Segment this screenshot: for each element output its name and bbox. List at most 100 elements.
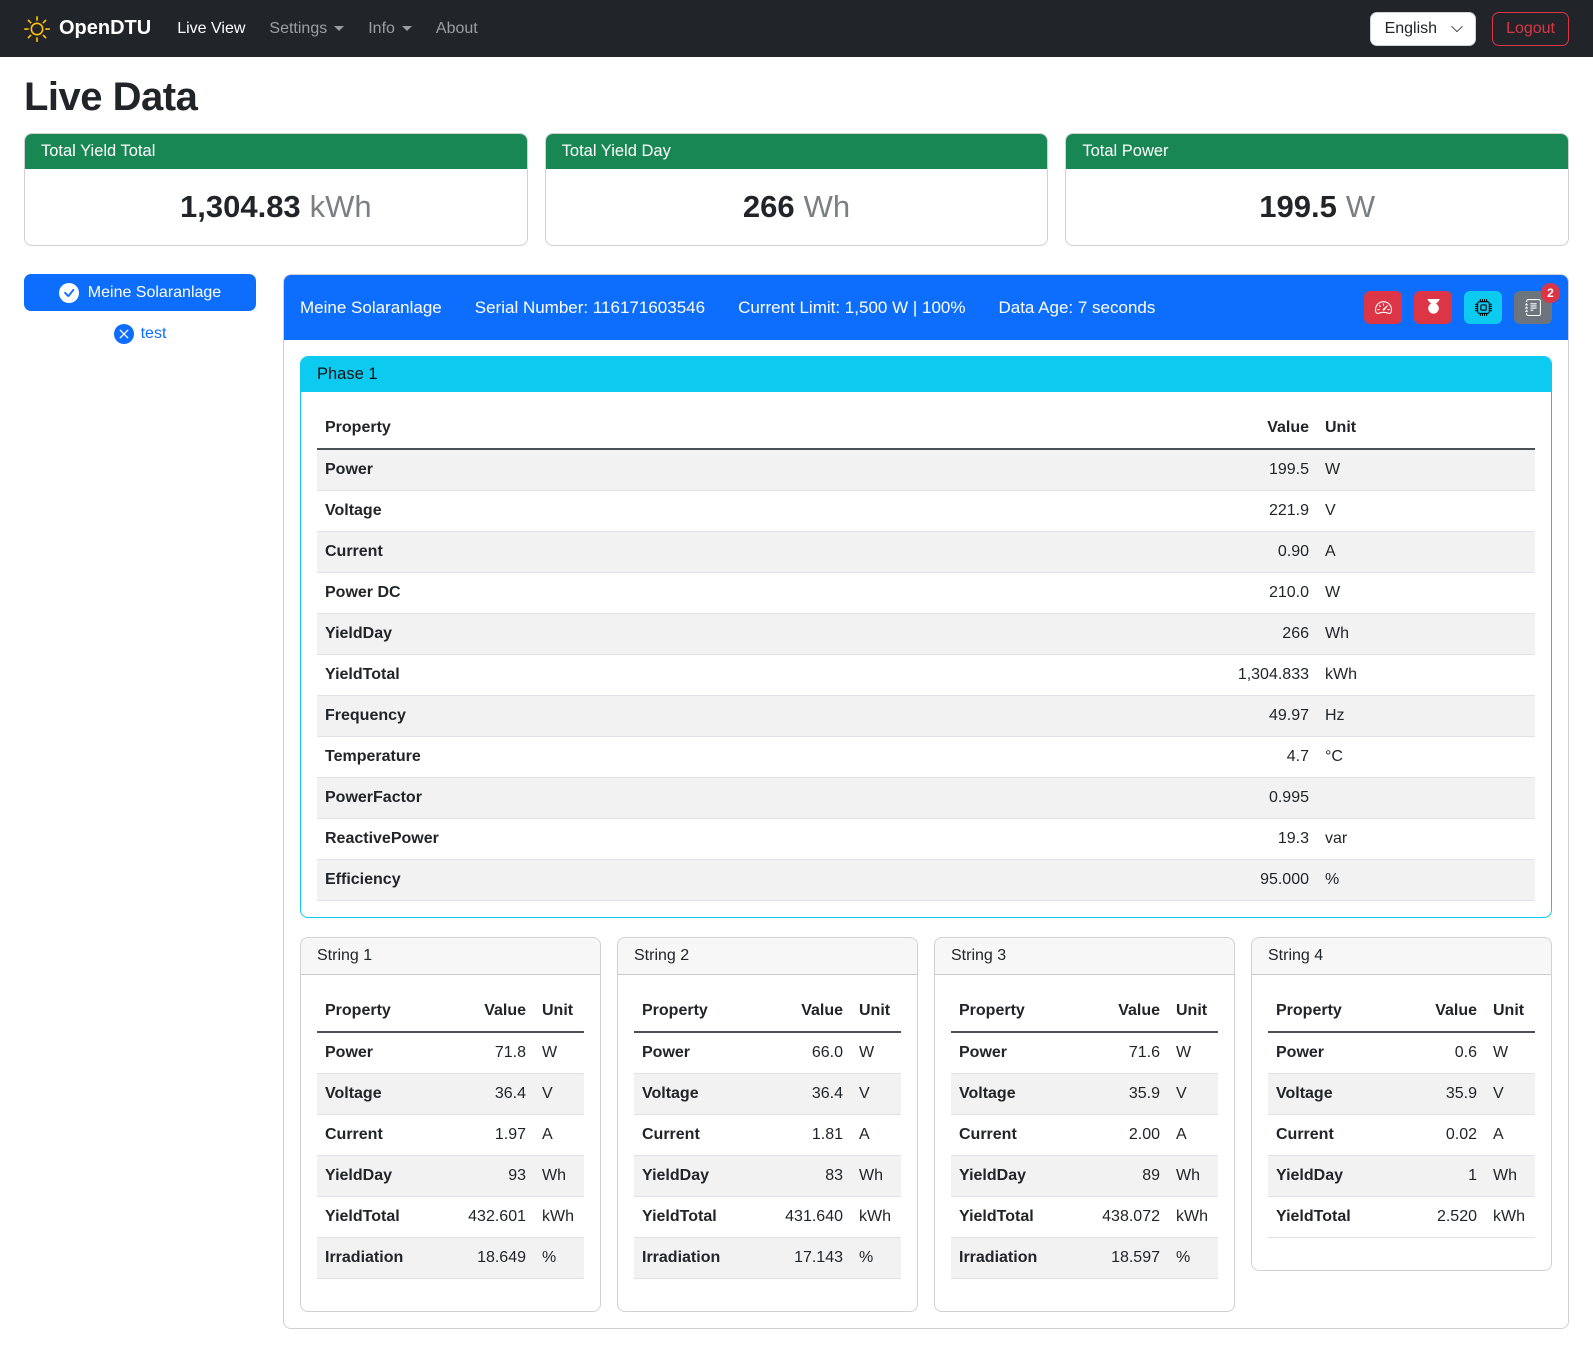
limit-settings-button[interactable] bbox=[1364, 291, 1402, 324]
table-row: YieldTotal438.072kWh bbox=[951, 1197, 1218, 1238]
value-cell: 89 bbox=[1076, 1156, 1168, 1197]
property-cell: Voltage bbox=[951, 1074, 1076, 1115]
string-title: String 1 bbox=[301, 938, 600, 975]
property-cell: Temperature bbox=[317, 737, 1197, 778]
brand-label: OpenDTU bbox=[59, 17, 151, 40]
table-header-row: Property Value Unit bbox=[634, 991, 901, 1032]
table-row: Voltage36.4V bbox=[317, 1074, 584, 1115]
unit-cell: % bbox=[1168, 1238, 1218, 1279]
table-row: YieldDay93Wh bbox=[317, 1156, 584, 1197]
unit-cell: % bbox=[534, 1238, 584, 1279]
property-cell: PowerFactor bbox=[317, 778, 1197, 819]
string-table: Property Value Unit Power71.8WVoltage36.… bbox=[317, 991, 584, 1279]
card-value: 266 bbox=[743, 189, 795, 224]
unit-cell: V bbox=[1168, 1074, 1218, 1115]
navbar: OpenDTU Live View Settings Info About En… bbox=[0, 0, 1593, 57]
property-cell: Power bbox=[951, 1032, 1076, 1074]
string-title: String 4 bbox=[1252, 938, 1551, 975]
value-cell: 1 bbox=[1393, 1156, 1485, 1197]
unit-cell: W bbox=[1485, 1032, 1535, 1074]
value-cell: 210.0 bbox=[1197, 573, 1317, 614]
card-title: Total Power bbox=[1066, 134, 1568, 169]
brand[interactable]: OpenDTU bbox=[24, 16, 151, 42]
summary-card-total-power: Total Power 199.5 W bbox=[1065, 133, 1569, 246]
value-cell: 95.000 bbox=[1197, 860, 1317, 901]
value-cell: 71.6 bbox=[1076, 1032, 1168, 1074]
power-icon bbox=[1425, 299, 1442, 316]
table-row: Current1.97A bbox=[317, 1115, 584, 1156]
cpu-icon bbox=[1475, 299, 1492, 316]
property-column-header: Property bbox=[317, 408, 1197, 449]
property-cell: YieldTotal bbox=[634, 1197, 759, 1238]
string-table-body: Power71.8WVoltage36.4VCurrent1.97AYieldD… bbox=[317, 1032, 584, 1279]
power-settings-button[interactable] bbox=[1414, 291, 1452, 324]
table-row: ReactivePower19.3var bbox=[317, 819, 1535, 860]
table-row: YieldDay266Wh bbox=[317, 614, 1535, 655]
string-table: Property Value Unit Power0.6WVoltage35.9… bbox=[1268, 991, 1535, 1238]
value-cell: 35.9 bbox=[1393, 1074, 1485, 1115]
nav-item-settings[interactable]: Settings bbox=[257, 12, 356, 46]
table-row: Current2.00A bbox=[951, 1115, 1218, 1156]
property-cell: YieldDay bbox=[1268, 1156, 1393, 1197]
table-row: Current0.90A bbox=[317, 532, 1535, 573]
value-cell: 1.81 bbox=[759, 1115, 851, 1156]
property-cell: Power DC bbox=[317, 573, 1197, 614]
card-unit: W bbox=[1346, 189, 1375, 224]
unit-cell: Wh bbox=[534, 1156, 584, 1197]
property-cell: ReactivePower bbox=[317, 819, 1197, 860]
nav-item-about[interactable]: About bbox=[424, 12, 490, 46]
event-log-button[interactable]: 2 bbox=[1514, 291, 1552, 324]
unit-cell: Wh bbox=[1317, 614, 1535, 655]
table-row: Power71.8W bbox=[317, 1032, 584, 1074]
table-row: Power199.5W bbox=[317, 449, 1535, 491]
inverter-select-button[interactable]: Meine Solaranlage bbox=[24, 274, 256, 311]
card-value: 199.5 bbox=[1259, 189, 1337, 224]
value-cell: 266 bbox=[1197, 614, 1317, 655]
logout-button[interactable]: Logout bbox=[1492, 12, 1569, 46]
unit-cell: V bbox=[1485, 1074, 1535, 1115]
table-row: Voltage35.9V bbox=[951, 1074, 1218, 1115]
value-cell: 36.4 bbox=[442, 1074, 534, 1115]
property-cell: YieldTotal bbox=[317, 655, 1197, 696]
value-cell: 0.995 bbox=[1197, 778, 1317, 819]
table-row: Voltage35.9V bbox=[1268, 1074, 1535, 1115]
property-cell: Current bbox=[1268, 1115, 1393, 1156]
inverter-test-link[interactable]: test bbox=[24, 324, 256, 344]
strings-row: String 1 Property Value Unit bbox=[300, 937, 1552, 1312]
value-column-header: Value bbox=[1393, 991, 1485, 1032]
card-value: 1,304.83 bbox=[180, 189, 301, 224]
page-title: Live Data bbox=[24, 75, 1569, 120]
phase-title: Phase 1 bbox=[301, 357, 1551, 392]
value-cell: 0.6 bbox=[1393, 1032, 1485, 1074]
table-row: Voltage36.4V bbox=[634, 1074, 901, 1115]
card-title: Total Yield Total bbox=[25, 134, 527, 169]
unit-cell: V bbox=[851, 1074, 901, 1115]
unit-cell: A bbox=[851, 1115, 901, 1156]
value-cell: 19.3 bbox=[1197, 819, 1317, 860]
device-info-button[interactable] bbox=[1464, 291, 1502, 324]
chevron-down-icon bbox=[1450, 22, 1464, 36]
property-cell: Power bbox=[634, 1032, 759, 1074]
string-card-1: String 1 Property Value Unit bbox=[300, 937, 601, 1312]
string-table-body: Power0.6WVoltage35.9VCurrent0.02AYieldDa… bbox=[1268, 1032, 1535, 1238]
table-row: Temperature4.7°C bbox=[317, 737, 1535, 778]
nav-item-live-view[interactable]: Live View bbox=[165, 12, 257, 46]
table-row: Frequency49.97Hz bbox=[317, 696, 1535, 737]
nav-item-info[interactable]: Info bbox=[356, 12, 424, 46]
property-cell: Voltage bbox=[634, 1074, 759, 1115]
table-row: Power DC210.0W bbox=[317, 573, 1535, 614]
summary-card-total-yield-total: Total Yield Total 1,304.83kWh bbox=[24, 133, 528, 246]
unit-cell: A bbox=[1317, 532, 1535, 573]
unit-cell: % bbox=[1317, 860, 1535, 901]
property-cell: Current bbox=[317, 532, 1197, 573]
unit-cell: W bbox=[534, 1032, 584, 1074]
property-cell: Power bbox=[317, 1032, 442, 1074]
language-select[interactable]: English bbox=[1370, 12, 1476, 46]
property-cell: YieldDay bbox=[317, 614, 1197, 655]
table-row: YieldDay89Wh bbox=[951, 1156, 1218, 1197]
value-cell: 2.00 bbox=[1076, 1115, 1168, 1156]
unit-cell: Wh bbox=[851, 1156, 901, 1197]
table-row: Irradiation18.649% bbox=[317, 1238, 584, 1279]
property-cell: YieldDay bbox=[951, 1156, 1076, 1197]
inverter-panel: Meine Solaranlage Serial Number: 1161716… bbox=[283, 274, 1569, 1329]
